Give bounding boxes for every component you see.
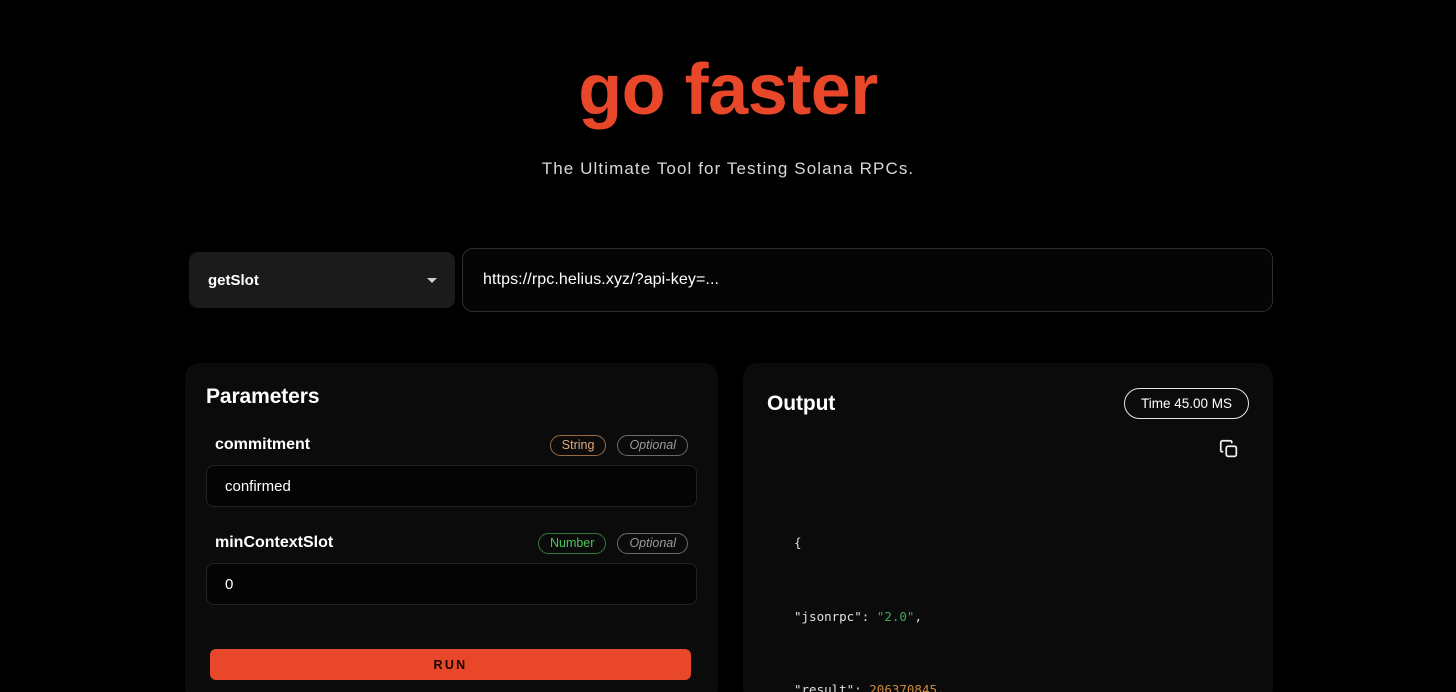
param-badges: Number Optional — [537, 532, 688, 554]
main-panels: Parameters commitment String Optional mi… — [185, 363, 1273, 692]
parameters-panel: Parameters commitment String Optional mi… — [185, 363, 718, 692]
json-line: "jsonrpc": "2.0", — [779, 605, 1249, 630]
json-key: "result" — [794, 682, 855, 692]
param-header: minContextSlot Number Optional — [206, 532, 697, 554]
output-panel: Output Time 45.00 MS { "jsonrpc": "2.0",… — [743, 363, 1273, 692]
json-value: 206370845 — [869, 682, 938, 692]
copy-icon[interactable] — [1218, 438, 1240, 460]
rpc-url-field-wrapper[interactable] — [462, 248, 1273, 312]
param-type-badge: Number — [537, 532, 607, 554]
app-root: go faster The Ultimate Tool for Testing … — [0, 0, 1456, 692]
param-optional-badge: Optional — [617, 434, 688, 456]
rpc-method-select[interactable]: getSlot — [189, 252, 455, 308]
param-badges: String Optional — [549, 434, 688, 456]
json-line: "result": 206370845, — [779, 678, 1249, 692]
param-type-badge: String — [549, 434, 607, 456]
json-key: "jsonrpc" — [794, 608, 862, 624]
rpc-method-select-value: getSlot — [208, 271, 259, 289]
json-comma: , — [914, 608, 922, 624]
param-input-commitment[interactable] — [206, 465, 697, 507]
json-sep: : — [861, 608, 877, 624]
json-open-brace: { — [779, 531, 1249, 556]
rpc-url-input[interactable] — [483, 271, 1252, 289]
json-brace-open: { — [794, 535, 802, 550]
parameters-panel-title: Parameters — [206, 385, 320, 408]
copy-row — [767, 438, 1249, 460]
param-input-mincontextslot[interactable] — [206, 563, 697, 605]
page-title: go faster — [578, 50, 878, 130]
response-time-badge: Time 45.00 MS — [1123, 388, 1249, 419]
hero-section: go faster The Ultimate Tool for Testing … — [0, 0, 1456, 180]
output-panel-title: Output — [767, 391, 836, 415]
json-comma: , — [937, 682, 945, 692]
param-row-mincontextslot: minContextSlot Number Optional — [206, 532, 697, 605]
param-optional-badge: Optional — [617, 532, 688, 554]
output-panel-header: Output Time 45.00 MS — [767, 385, 1249, 419]
param-header: commitment String Optional — [206, 434, 697, 456]
chevron-down-icon — [427, 277, 437, 283]
param-row-commitment: commitment String Optional — [206, 434, 697, 507]
param-label: minContextSlot — [215, 534, 334, 551]
json-sep: : — [854, 682, 870, 692]
json-output: { "jsonrpc": "2.0", "result": 206370845,… — [767, 482, 1249, 692]
query-bar: getSlot — [189, 248, 1273, 312]
param-label: commitment — [215, 436, 311, 453]
json-value: "2.0" — [876, 608, 915, 624]
run-button[interactable]: RUN — [210, 649, 691, 680]
page-subtitle: The Ultimate Tool for Testing Solana RPC… — [541, 159, 915, 178]
